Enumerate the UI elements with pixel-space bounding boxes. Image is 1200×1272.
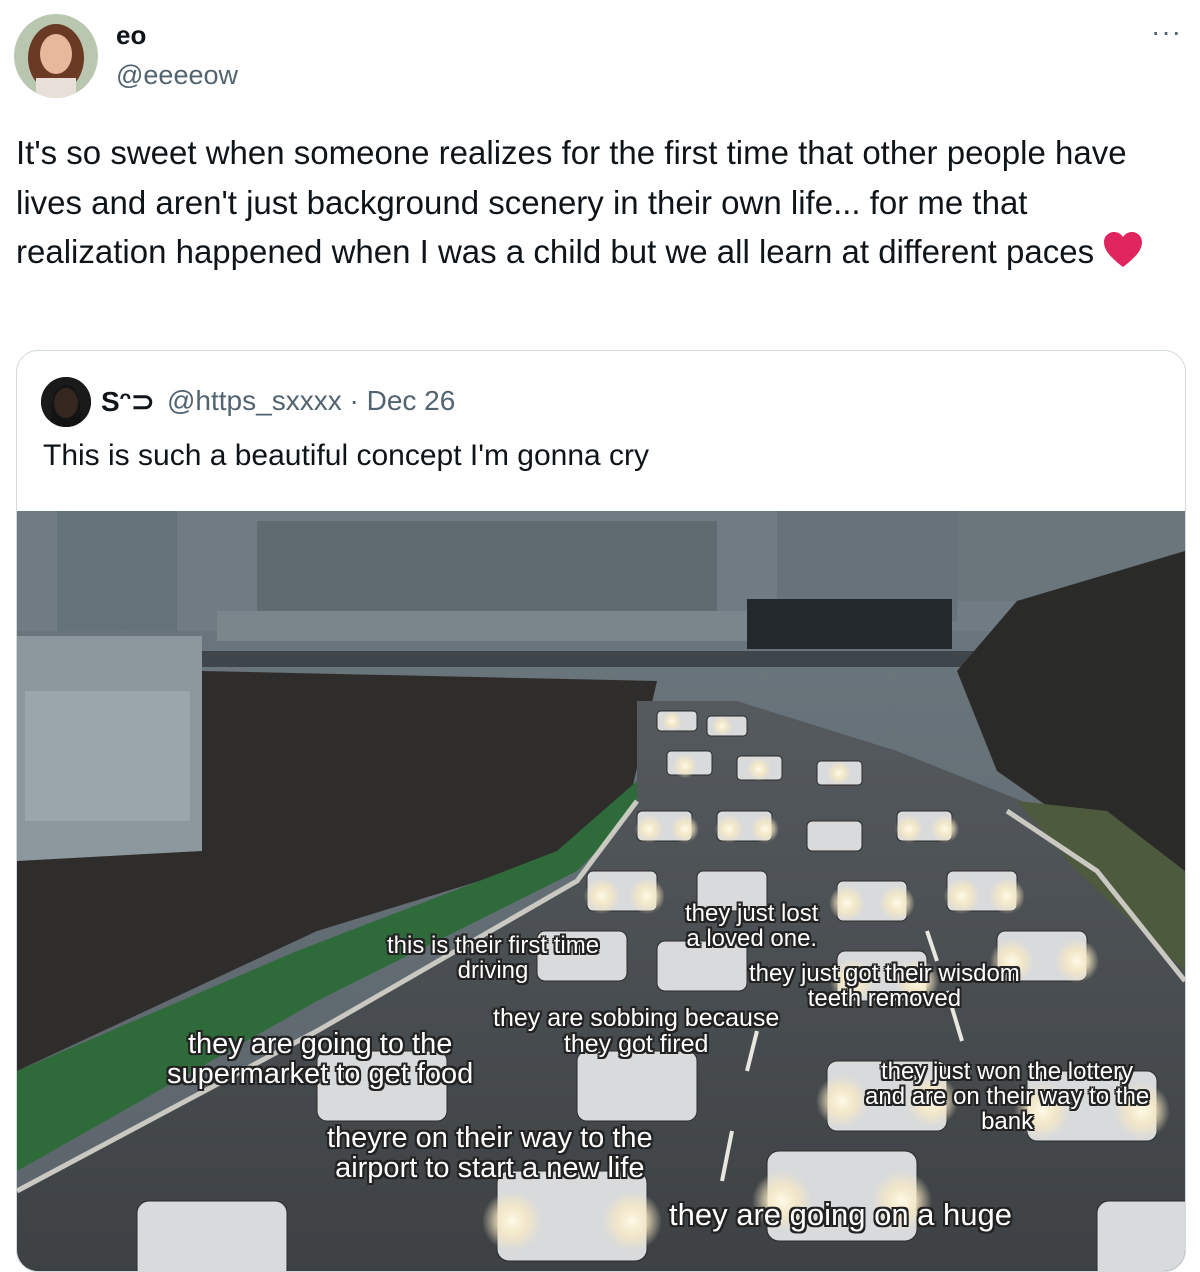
caption-airport: theyre on their way to the airport to st… bbox=[327, 1122, 653, 1185]
author-avatar-image bbox=[14, 14, 98, 98]
red-heart-icon bbox=[1102, 231, 1144, 283]
author-name[interactable]: eo bbox=[116, 20, 146, 51]
quoted-author-handle[interactable]: @https_sxxxx bbox=[167, 385, 342, 416]
more-options-icon[interactable]: ··· bbox=[1151, 18, 1182, 46]
tweet-text: It's so sweet when someone realizes for … bbox=[16, 134, 1127, 270]
caption-going-on-huge: they are going on a huge bbox=[669, 1197, 1012, 1232]
meta-separator: · bbox=[349, 385, 359, 416]
quoted-avatar-image bbox=[41, 377, 91, 427]
author-avatar[interactable] bbox=[14, 14, 98, 98]
caption-supermarket: they are going to the supermarket to get… bbox=[167, 1028, 474, 1091]
quoted-date[interactable]: Dec 26 bbox=[367, 385, 456, 416]
caption-wisdom-teeth: they just got their wisdom teeth removed bbox=[749, 960, 1020, 1013]
quoted-text: This is such a beautiful concept I'm gon… bbox=[43, 439, 650, 472]
tweet-body: It's so sweet when someone realizes for … bbox=[16, 128, 1186, 283]
quoted-author-avatar[interactable] bbox=[41, 377, 91, 427]
quoted-media-image[interactable]: this is their first time driving they ju… bbox=[17, 511, 1185, 1271]
quoted-author-name[interactable]: Sᵔ⊃ bbox=[101, 385, 155, 418]
caption-first-time-driving: this is their first time driving bbox=[387, 932, 600, 985]
quoted-meta: @https_sxxxx · Dec 26 bbox=[167, 385, 455, 417]
caption-sobbing-fired: they are sobbing because they got fired bbox=[493, 1004, 780, 1059]
author-handle[interactable]: @eeeeow bbox=[116, 60, 238, 91]
caption-lost-loved-one: they just lost a loved one. bbox=[685, 900, 819, 953]
caption-lottery: they just won the lottery and are on the… bbox=[865, 1058, 1150, 1136]
quoted-tweet-card[interactable]: Sᵔ⊃ @https_sxxxx · Dec 26 This is such a… bbox=[16, 350, 1186, 1272]
